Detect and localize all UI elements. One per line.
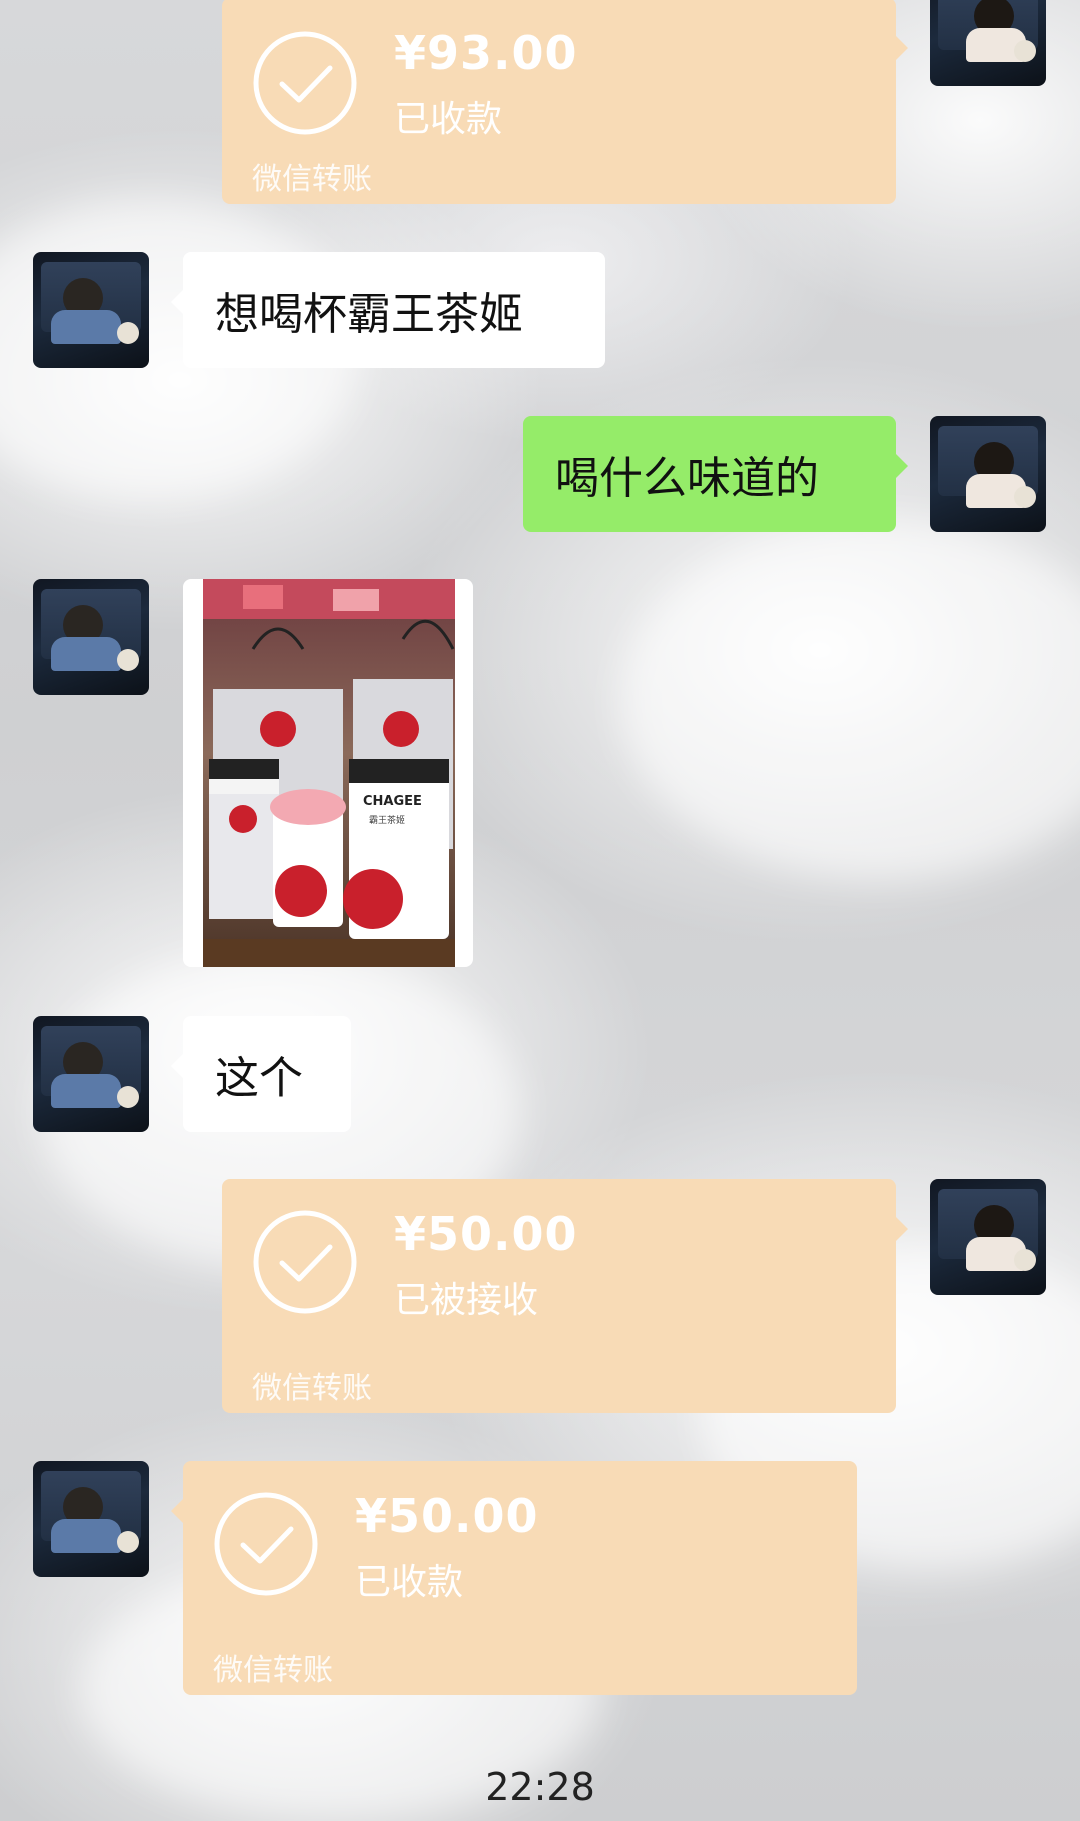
transfer-status: 已收款: [394, 99, 503, 140]
check-circle-icon: [214, 1492, 318, 1596]
transfer-card[interactable]: ¥93.00 已收款 微信转账: [222, 0, 908, 204]
avatar[interactable]: [33, 1461, 149, 1577]
avatar[interactable]: [33, 252, 149, 368]
avatar[interactable]: [930, 0, 1046, 86]
message-text: 喝什么味道的: [555, 453, 819, 504]
check-circle-icon: [253, 31, 357, 135]
message-timestamp: 22:28: [485, 1765, 595, 1809]
message-bubble[interactable]: 这个: [171, 1016, 351, 1132]
transfer-footer: 微信转账: [252, 1371, 372, 1406]
cup-brand-sub: 霸王茶姬: [369, 814, 405, 826]
transfer-card[interactable]: ¥50.00 已收款 微信转账: [171, 1461, 857, 1695]
image-message[interactable]: CHAGEE 霸王茶姬: [183, 579, 473, 967]
check-circle-icon: [253, 1210, 357, 1314]
transfer-amount: ¥50.00: [355, 1489, 539, 1543]
transfer-amount: ¥93.00: [394, 26, 578, 80]
transfer-status: 已被接收: [394, 1280, 539, 1321]
message-bubble[interactable]: 想喝杯霸王茶姬: [171, 252, 605, 368]
avatar[interactable]: [930, 1179, 1046, 1295]
transfer-amount: ¥50.00: [394, 1207, 578, 1261]
message-text: 这个: [215, 1053, 303, 1104]
message-bubble[interactable]: 喝什么味道的: [523, 416, 908, 532]
transfer-footer: 微信转账: [252, 162, 372, 197]
transfer-footer: 微信转账: [213, 1653, 333, 1688]
transfer-status: 已收款: [355, 1562, 464, 1603]
avatar[interactable]: [33, 579, 149, 695]
cup-brand-label: CHAGEE: [363, 794, 422, 809]
avatar[interactable]: [930, 416, 1046, 532]
transfer-card[interactable]: ¥50.00 已被接收 微信转账: [222, 1179, 908, 1413]
message-text: 想喝杯霸王茶姬: [215, 289, 523, 340]
avatar[interactable]: [33, 1016, 149, 1132]
